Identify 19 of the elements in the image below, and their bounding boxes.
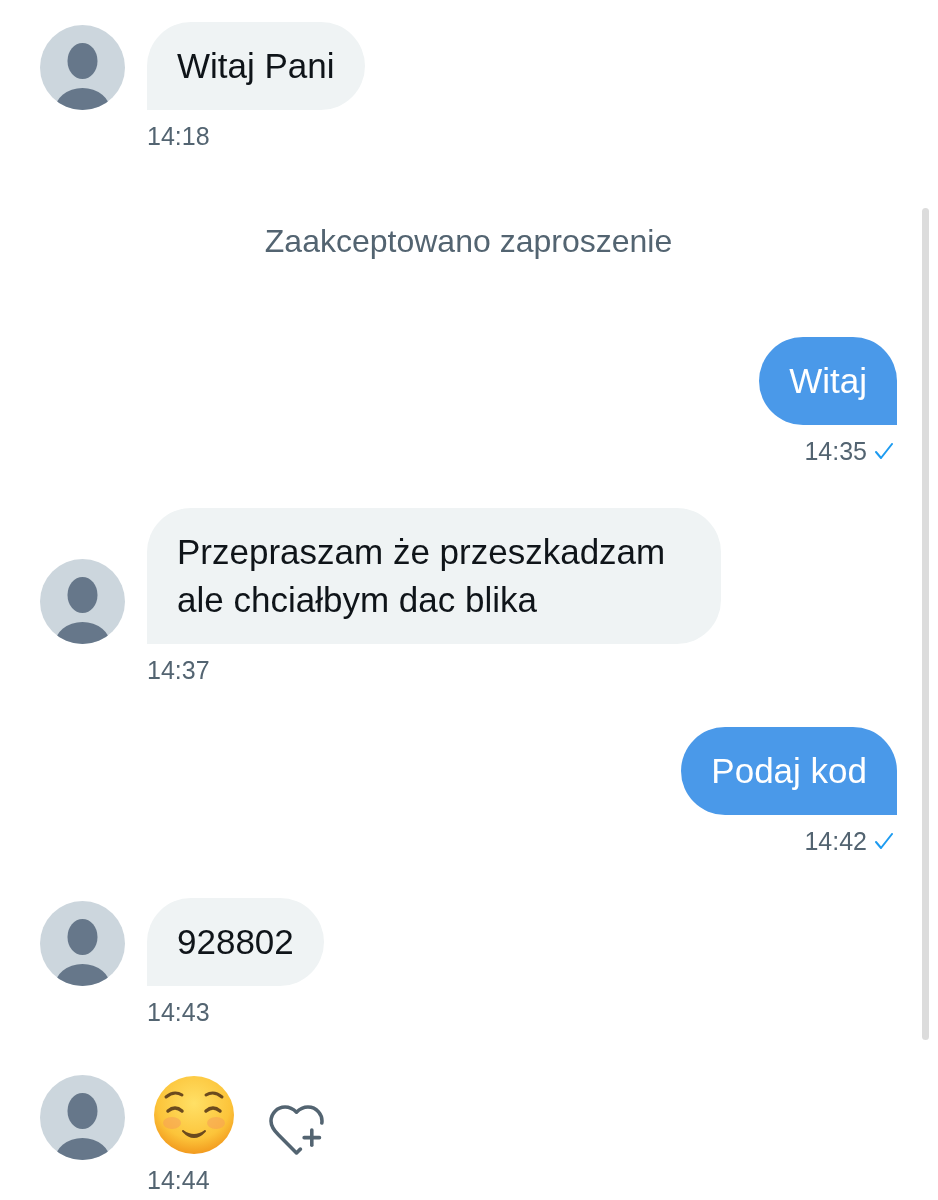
message-time: 14:37 [147,656,210,684]
avatar-icon [40,901,125,986]
message-bubble: Przepraszam że przeszkadzam ale chciałbym dac blika [147,508,721,644]
message-bubble: Witaj Pani [147,22,365,110]
avatar-icon [40,559,125,644]
message-time: 14:42 [804,827,867,855]
scrollbar-thumb[interactable] [922,208,929,1040]
message-bubble: 928802 [147,898,324,986]
avatar-icon [40,25,125,110]
add-reaction-button[interactable] [268,1105,325,1155]
message-time: 14:35 [804,437,867,465]
message-time: 14:44 [147,1166,210,1194]
system-notice: Zaakceptowano zaproszenie [264,222,673,261]
message-time: 14:18 [147,122,210,150]
message-time: 14:43 [147,998,210,1026]
heart-plus-icon [268,1105,325,1155]
message-bubble: Podaj kod [681,727,897,815]
avatar-icon [40,1075,125,1160]
message-bubble: Witaj [759,337,897,425]
